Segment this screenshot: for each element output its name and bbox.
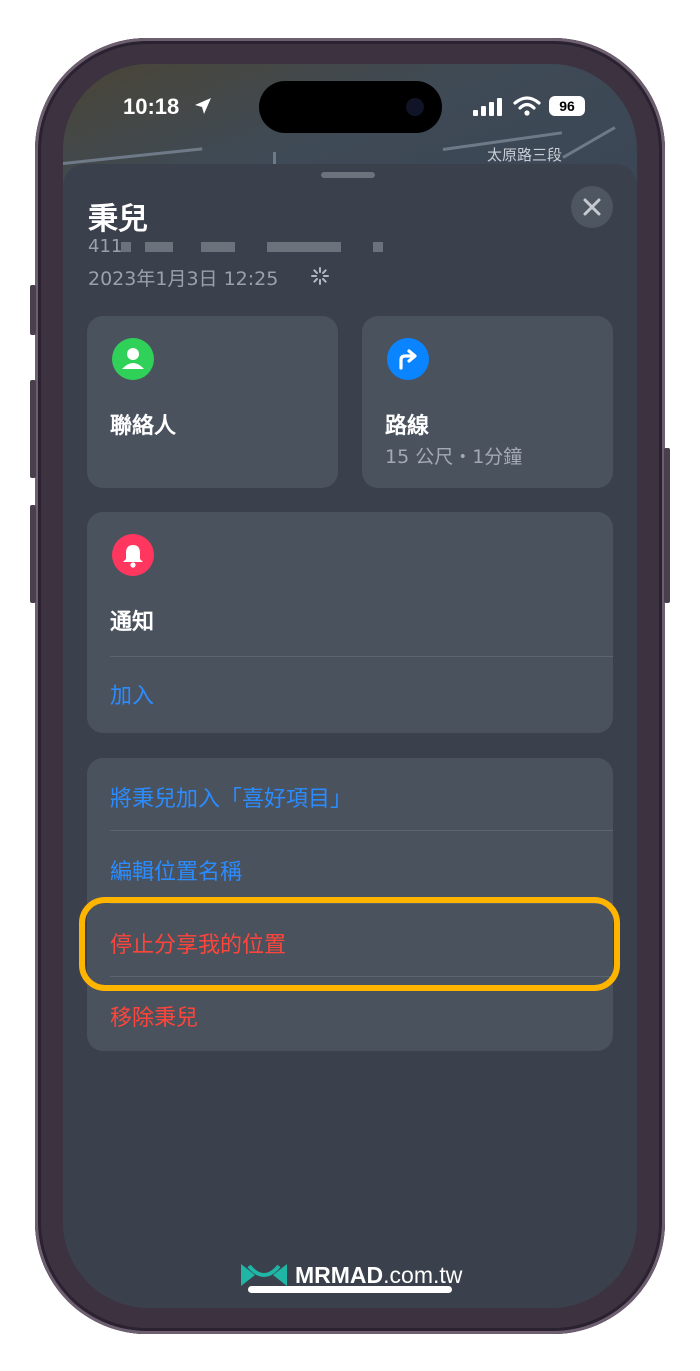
remove-person-button[interactable]: 移除秉兒 <box>110 1000 198 1032</box>
person-name-title: 秉兒 <box>88 202 148 237</box>
side-button-volume-down <box>30 505 36 603</box>
address-redaction <box>267 242 341 252</box>
map-road <box>63 147 203 165</box>
loading-spinner-icon <box>311 267 329 285</box>
contact-label: 聯絡人 <box>110 414 177 439</box>
screen: 太原路三段 10:18 96 秉兒 411 2023年1月3日 12:25 聯絡… <box>63 64 637 1308</box>
map-road <box>562 126 616 159</box>
directions-detail: 15 公尺・1分鐘 <box>385 446 523 468</box>
location-arrow-icon <box>195 98 211 114</box>
bell-icon <box>112 534 154 576</box>
close-button[interactable] <box>571 186 613 228</box>
edit-location-name-button[interactable]: 編輯位置名稱 <box>110 854 242 886</box>
contact-card[interactable]: 聯絡人 <box>87 316 338 488</box>
address-redaction <box>201 242 235 252</box>
timestamp: 2023年1月3日 12:25 <box>88 268 279 290</box>
list-divider <box>110 830 613 831</box>
side-button-volume-up <box>30 380 36 478</box>
address-line: 411 <box>88 236 122 257</box>
location-detail-sheet: 秉兒 411 2023年1月3日 12:25 聯絡人 路線 15 公尺・1分鐘 … <box>63 164 637 1308</box>
watermark-domain: .com.tw <box>383 1262 463 1288</box>
front-camera <box>406 98 424 116</box>
watermark-brand: MRMAD <box>295 1262 384 1288</box>
status-time: 10:18 <box>123 94 180 119</box>
home-indicator[interactable] <box>248 1286 452 1293</box>
turn-arrow-icon <box>387 338 429 380</box>
close-icon <box>583 198 601 216</box>
dynamic-island <box>259 81 442 133</box>
address-redaction <box>373 242 383 252</box>
battery-icon: 96 <box>549 96 585 116</box>
address-redaction <box>145 242 173 252</box>
annotation-highlight-box <box>79 897 620 991</box>
address-redaction <box>121 242 131 252</box>
sheet-grabber[interactable] <box>321 172 375 178</box>
wifi-icon <box>513 96 541 116</box>
notifications-divider <box>110 656 613 657</box>
add-notification-button[interactable]: 加入 <box>110 678 154 710</box>
signal-bars-icon <box>473 98 502 116</box>
directions-card[interactable]: 路線 15 公尺・1分鐘 <box>362 316 613 488</box>
side-button-action <box>30 285 36 335</box>
watermark-text: MRMAD.com.tw <box>295 1262 462 1289</box>
directions-label: 路線 <box>385 414 430 439</box>
person-icon <box>112 338 154 380</box>
notifications-label: 通知 <box>110 610 155 635</box>
address-prefix: 411 <box>88 236 123 257</box>
notifications-card: 通知 加入 <box>87 512 613 733</box>
add-to-favorites-button[interactable]: 將秉兒加入「喜好項目」 <box>110 781 352 813</box>
side-button-power <box>664 448 670 603</box>
map-street-label: 太原路三段 <box>487 146 563 164</box>
